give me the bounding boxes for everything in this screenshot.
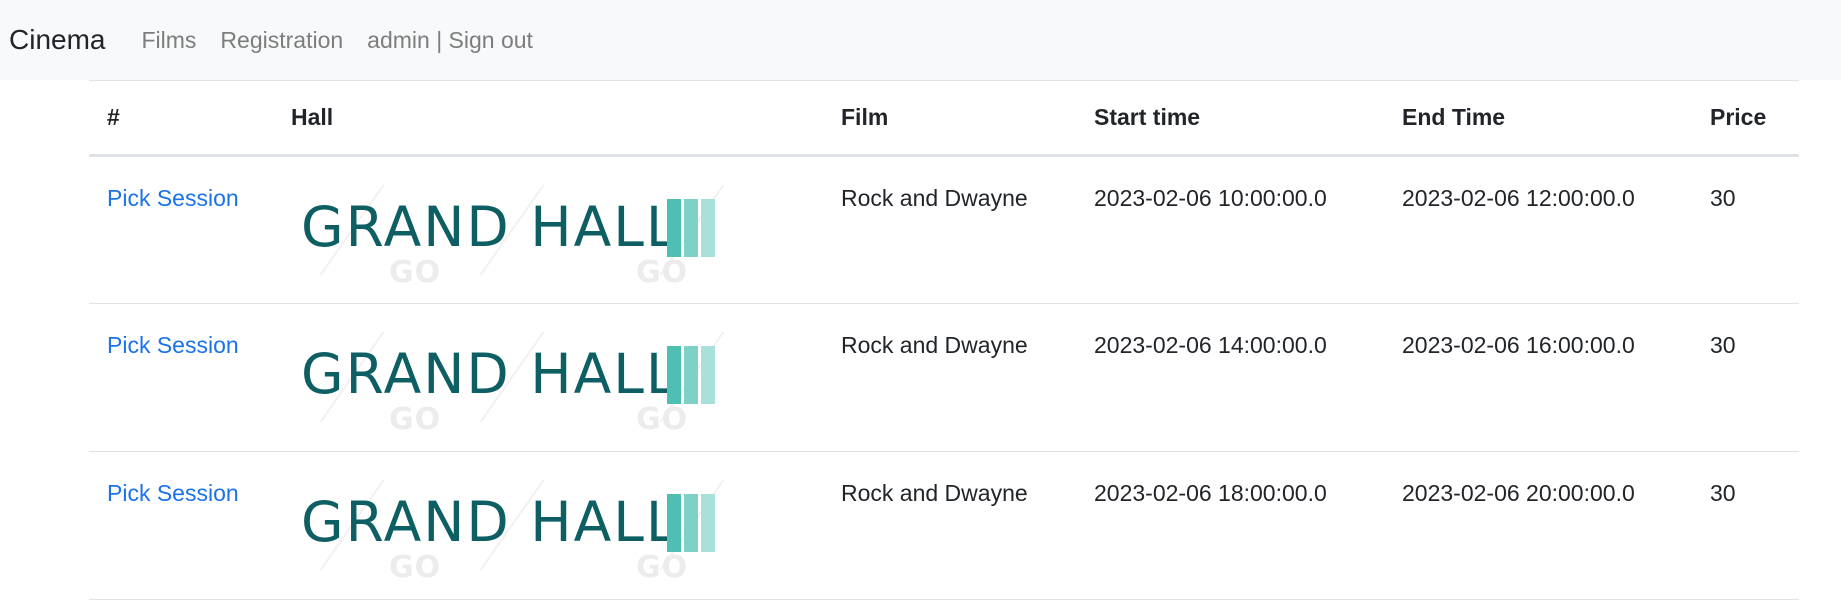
hall-logo-text: GRAND HALL [301, 342, 679, 406]
table-body: Pick Session GO GO GRAND HALL Rock and D… [89, 155, 1799, 600]
hall-cell: GO GO GRAND HALL [273, 451, 823, 600]
hall-cell: GO GO GRAND HALL [273, 155, 823, 304]
pick-session-link[interactable]: Pick Session [107, 480, 239, 506]
table-row: Pick Session GO GO GRAND HALL Rock and D… [89, 451, 1799, 600]
start-time-cell: 2023-02-06 10:00:00.0 [1076, 155, 1384, 304]
start-time-cell: 2023-02-06 18:00:00.0 [1076, 451, 1384, 600]
hall-cell: GO GO GRAND HALL [273, 303, 823, 452]
film-cell: Rock and Dwayne [823, 155, 1076, 304]
pick-session-link[interactable]: Pick Session [107, 332, 239, 358]
price-cell: 30 [1692, 155, 1799, 304]
nav-link-films[interactable]: Films [141, 27, 196, 54]
hall-logo-image: GO GO GRAND HALL [291, 470, 731, 580]
header-number: # [89, 80, 273, 157]
hall-logo-text: GRAND HALL [301, 490, 679, 554]
table-row: Pick Session GO GO GRAND HALL Rock and D… [89, 155, 1799, 304]
header-price: Price [1692, 80, 1799, 157]
hall-logo-image: GO GO GRAND HALL [291, 322, 731, 432]
hall-logo-bars [667, 346, 715, 404]
table-header-row: # Hall Film Start time End Time Price [89, 80, 1799, 157]
sessions-table-container: # Hall Film Start time End Time Price Pi… [89, 80, 1799, 600]
header-hall: Hall [273, 80, 823, 157]
nav-link-registration[interactable]: Registration [220, 27, 343, 54]
price-cell: 30 [1692, 303, 1799, 452]
header-start-time: Start time [1076, 80, 1384, 157]
top-navbar: Cinema Films Registration admin | Sign o… [0, 0, 1841, 80]
action-cell: Pick Session [89, 303, 273, 452]
header-end-time: End Time [1384, 80, 1692, 157]
nav-link-user-signout[interactable]: admin | Sign out [367, 27, 533, 54]
hall-logo-image: GO GO GRAND HALL [291, 175, 731, 285]
end-time-cell: 2023-02-06 12:00:00.0 [1384, 155, 1692, 304]
action-cell: Pick Session [89, 451, 273, 600]
end-time-cell: 2023-02-06 16:00:00.0 [1384, 303, 1692, 452]
header-film: Film [823, 80, 1076, 157]
hall-logo-bars [667, 494, 715, 552]
table-header: # Hall Film Start time End Time Price [89, 80, 1799, 157]
action-cell: Pick Session [89, 155, 273, 304]
film-cell: Rock and Dwayne [823, 451, 1076, 600]
end-time-cell: 2023-02-06 20:00:00.0 [1384, 451, 1692, 600]
film-cell: Rock and Dwayne [823, 303, 1076, 452]
table-row: Pick Session GO GO GRAND HALL Rock and D… [89, 303, 1799, 452]
hall-logo-bars [667, 199, 715, 257]
brand-link[interactable]: Cinema [9, 24, 105, 56]
pick-session-link[interactable]: Pick Session [107, 185, 239, 211]
sessions-table: # Hall Film Start time End Time Price Pi… [89, 80, 1799, 600]
hall-logo-text: GRAND HALL [301, 195, 679, 259]
price-cell: 30 [1692, 451, 1799, 600]
start-time-cell: 2023-02-06 14:00:00.0 [1076, 303, 1384, 452]
